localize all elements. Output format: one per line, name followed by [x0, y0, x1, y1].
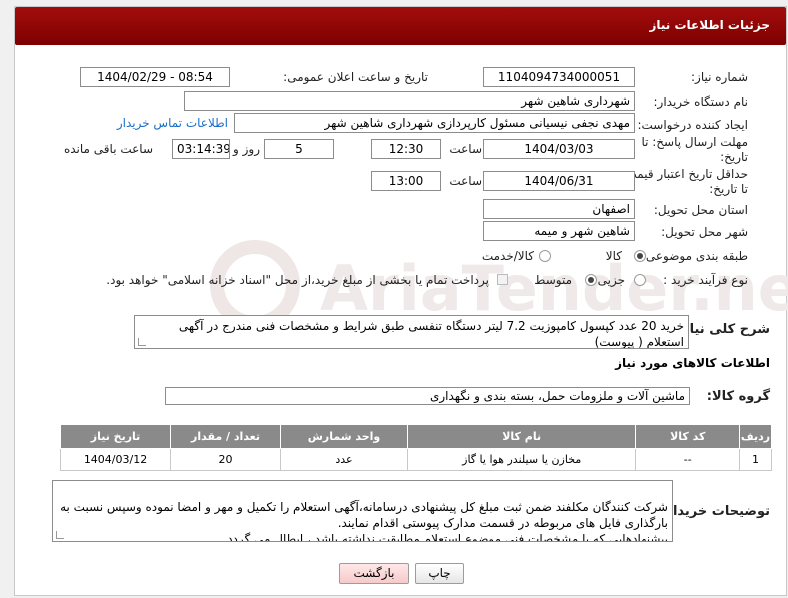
deadline-time-field: 12:30	[371, 139, 441, 159]
announce-datetime-field: 1404/02/29 - 08:54	[80, 67, 230, 87]
creator-field: مهدی نجفی نیسیانی مسئول کارپردازی شهردار…	[234, 113, 635, 133]
cell-qty: 20	[170, 448, 282, 471]
process-radio-medium[interactable]	[585, 274, 597, 286]
col-name: نام کالا	[406, 424, 637, 449]
deadline-date-field: 1404/03/03	[483, 139, 635, 159]
days-field: 5	[264, 139, 334, 159]
buyer-label: نام دستگاه خریدار:	[653, 95, 749, 109]
buyer-notes-text: شرکت کنندگان مکلفند ضمن ثبت مبلغ کل پیشن…	[52, 480, 673, 542]
resize-grip[interactable]	[138, 338, 146, 346]
announce-label: تاریخ و ساعت اعلان عمومی:	[283, 70, 428, 84]
need-number-label: شماره نیاز:	[691, 70, 748, 84]
remaining-time-field: 03:14:39	[172, 139, 230, 159]
contact-info-link[interactable]: اطلاعات تماس خریدار	[117, 116, 228, 130]
col-code: کد کالا	[635, 424, 741, 449]
page-title: جزئیات اطلاعات نیاز	[649, 18, 770, 32]
process-radio-minor[interactable]	[634, 274, 646, 286]
header-bar: جزئیات اطلاعات نیاز	[15, 7, 786, 45]
cell-code: --	[635, 448, 741, 471]
col-date: تاریخ نیاز	[59, 424, 172, 449]
print-button[interactable]: چاپ	[415, 563, 464, 584]
remaining-label: ساعت باقی مانده	[63, 142, 153, 156]
city-label: شهر محل تحویل:	[661, 225, 748, 239]
goods-group-field: ماشین آلات و ملزومات حمل، بسته بندی و نگ…	[165, 387, 690, 405]
col-row: ردیف	[739, 424, 772, 449]
deadline-label: مهلت ارسال پاسخ: تا	[641, 135, 748, 149]
validity-label: حداقل تاریخ اعتبار قیمت:	[621, 167, 748, 181]
category-label: طبقه بندی موضوعی:	[641, 249, 748, 263]
days-label: روز و	[233, 142, 260, 156]
goods-table: ردیف کد کالا نام کالا واحد شمارش تعداد /…	[59, 424, 772, 471]
back-button[interactable]: بازگشت	[339, 563, 409, 584]
cell-name: مخازن یا سیلندر هوا یا گاز	[406, 448, 637, 471]
goods-table-header: ردیف کد کالا نام کالا واحد شمارش تعداد /…	[59, 424, 772, 449]
description-text: خرید 20 عدد کپسول کامپوزیت 7.2 لیتر دستگ…	[134, 315, 689, 349]
buyer-notes-body: شرکت کنندگان مکلفند ضمن ثبت مبلغ کل پیشن…	[60, 500, 668, 542]
buyer-notes-label: توضیحات خریدار:	[660, 504, 770, 519]
goods-group-label: گروه کالا:	[706, 389, 770, 404]
goods-section-title: اطلاعات کالاهای مورد نیاز	[615, 356, 770, 370]
need-number-field: 1104094734000051	[483, 67, 635, 87]
process-label: نوع فرآیند خرید :	[663, 273, 748, 287]
category-option-goods: کالا	[605, 249, 622, 263]
validity-label-2: تا تاریخ:	[709, 182, 748, 196]
buyer-field: شهرداری شاهین شهر	[184, 91, 635, 111]
payment-note: پرداخت تمام یا بخشی از مبلغ خرید،از محل …	[106, 273, 489, 287]
treasury-checkbox[interactable]	[497, 274, 508, 285]
cell-date: 1404/03/12	[59, 448, 172, 471]
col-unit: واحد شمارش	[280, 424, 408, 449]
validity-date-field: 1404/06/31	[483, 171, 635, 191]
province-label: استان محل تحویل:	[653, 203, 748, 217]
validity-time-field: 13:00	[371, 171, 441, 191]
description-body: خرید 20 عدد کپسول کامپوزیت 7.2 لیتر دستگ…	[178, 319, 684, 349]
city-field: شاهین شهر و میمه	[483, 221, 635, 241]
col-qty: تعداد / مقدار	[170, 424, 282, 449]
creator-label: ایجاد کننده درخواست:	[637, 118, 748, 132]
category-option-goods-service: کالا/خدمت	[481, 249, 534, 263]
process-option-minor: جزیی	[597, 273, 625, 287]
table-row: 1 -- مخازن یا سیلندر هوا یا گاز عدد 20 1…	[59, 448, 772, 471]
category-radio-goods-service[interactable]	[539, 250, 551, 262]
cell-row: 1	[739, 448, 772, 471]
cell-unit: عدد	[280, 448, 408, 471]
category-radio-goods[interactable]	[634, 250, 646, 262]
deadline-time-label: ساعت	[449, 142, 482, 156]
validity-time-label: ساعت	[449, 174, 482, 188]
deadline-label-2: تاریخ:	[720, 150, 748, 164]
province-field: اصفهان	[483, 199, 635, 219]
resize-grip[interactable]	[56, 531, 64, 539]
process-option-medium: متوسط	[534, 273, 572, 287]
description-label: شرح کلی نیاز:	[676, 322, 770, 337]
